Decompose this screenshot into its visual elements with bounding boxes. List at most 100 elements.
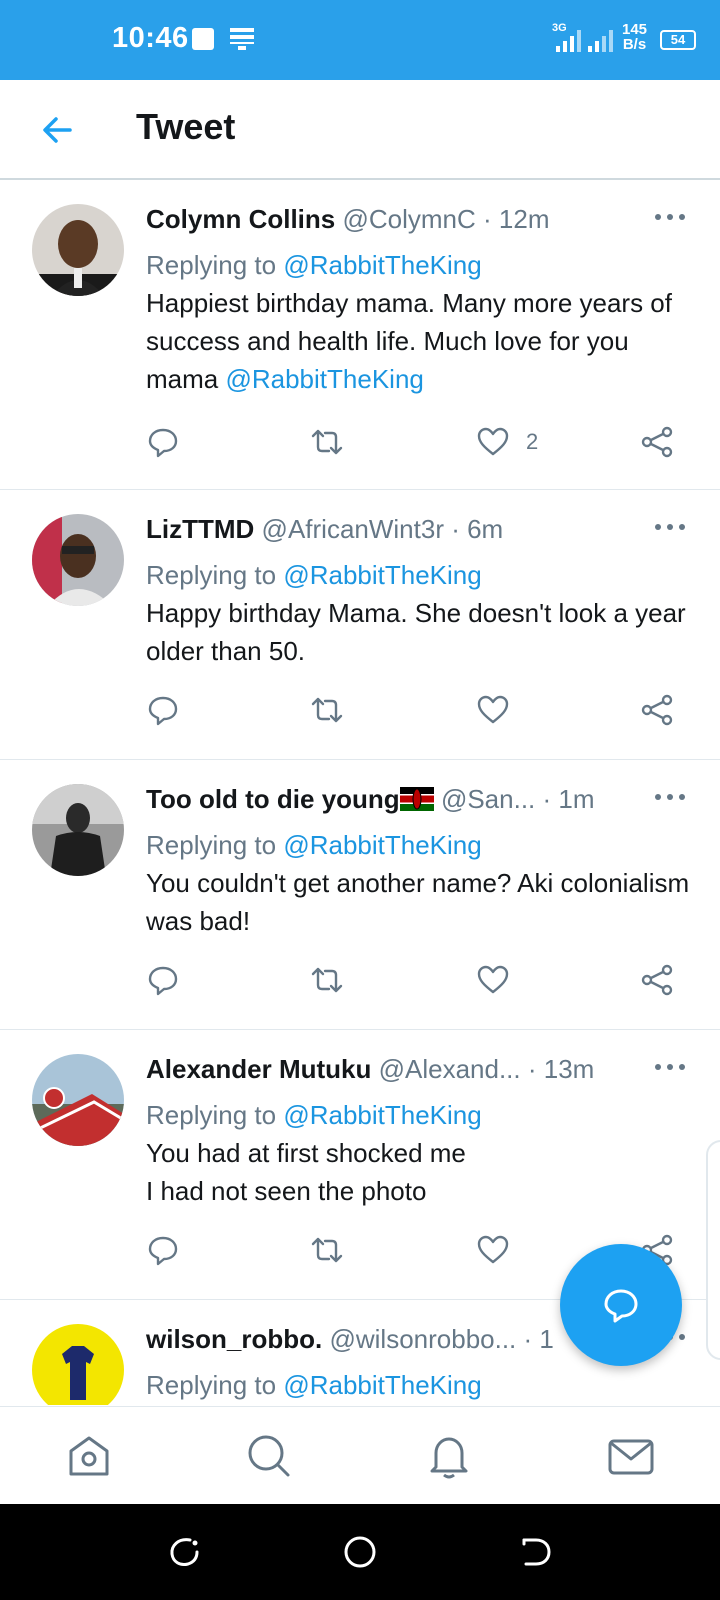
heart-icon xyxy=(477,1235,509,1264)
tweet-content: Colymn Collins @ColymnC · 12m Replying t… xyxy=(146,202,696,398)
speed-value: 145 xyxy=(622,21,648,38)
notification-square-icon xyxy=(192,28,214,50)
replying-to: Replying to @RabbitTheKing xyxy=(146,246,696,284)
tweet-text: You had at first shocked me I had not se… xyxy=(146,1134,696,1210)
replying-prefix: Replying to xyxy=(146,830,284,860)
speed-unit: B/s xyxy=(622,36,647,53)
heart-icon xyxy=(477,427,509,456)
tweet-text-body: You had at first shocked me I had not se… xyxy=(146,1138,466,1206)
page-title: Tweet xyxy=(136,106,236,147)
tweet-time: · 6m xyxy=(451,514,504,544)
bottom-nav xyxy=(0,1406,720,1504)
retweet-icon xyxy=(311,1237,343,1263)
mention-link[interactable]: @RabbitTheKing xyxy=(283,1100,481,1130)
retweet-icon xyxy=(311,697,343,723)
messages-icon[interactable] xyxy=(604,1429,658,1483)
tweet-time: · 13m xyxy=(527,1054,595,1084)
share-button[interactable] xyxy=(640,960,674,1000)
tweet-meta: Alexander Mutuku @Alexand... · 13m xyxy=(146,1052,696,1086)
avatar[interactable] xyxy=(32,204,124,296)
tweet-actions xyxy=(146,690,706,730)
mention-link[interactable]: @RabbitTheKing xyxy=(283,830,481,860)
avatar[interactable] xyxy=(32,1054,124,1146)
user-name[interactable]: LizTTMD xyxy=(146,514,254,544)
tweet[interactable]: LizTTMD @AfricanWint3r · 6m Replying to … xyxy=(0,490,720,760)
like-button[interactable] xyxy=(476,690,510,730)
replying-prefix: Replying to xyxy=(146,1370,284,1400)
user-name[interactable]: Alexander Mutuku xyxy=(146,1054,371,1084)
replying-prefix: Replying to xyxy=(146,250,284,280)
reply-button[interactable] xyxy=(146,422,180,462)
replying-prefix: Replying to xyxy=(146,1100,284,1130)
reply-feed[interactable]: Colymn Collins @ColymnC · 12m Replying t… xyxy=(0,180,720,1405)
compose-reply-button[interactable] xyxy=(560,1244,682,1366)
tweet-time: · 1 xyxy=(523,1324,554,1354)
user-handle[interactable]: @wilsonrobbo... xyxy=(329,1324,516,1354)
more-icon[interactable] xyxy=(650,782,690,812)
retweet-icon xyxy=(311,429,343,455)
search-icon[interactable] xyxy=(242,1429,296,1483)
tweet-text: Happiest birthday mama. Many more years … xyxy=(146,284,696,398)
status-bar: 10:46 3G 145 B/s 54 xyxy=(0,0,720,80)
like-button[interactable] xyxy=(476,960,510,1000)
mention-link[interactable]: @RabbitTheKing xyxy=(283,1370,481,1400)
more-icon[interactable] xyxy=(650,512,690,542)
user-name[interactable]: wilson_robbo. xyxy=(146,1324,322,1354)
back-nav-icon[interactable] xyxy=(518,1534,554,1570)
replying-prefix: Replying to xyxy=(146,560,284,590)
home-circle-icon[interactable] xyxy=(342,1534,378,1570)
avatar[interactable] xyxy=(32,1324,124,1405)
avatar[interactable] xyxy=(32,784,124,876)
tweet-text: Happy birthday Mama. She doesn't look a … xyxy=(146,594,696,670)
tweet-text-body: Happy birthday Mama. She doesn't look a … xyxy=(146,598,686,666)
tweet-content: LizTTMD @AfricanWint3r · 6m Replying to … xyxy=(146,512,696,670)
replying-to: Replying to @RabbitTheKing xyxy=(146,1366,696,1404)
replying-to: Replying to @RabbitTheKing xyxy=(146,556,696,594)
retweet-button[interactable] xyxy=(310,422,344,462)
user-handle[interactable]: @San... xyxy=(441,784,535,814)
heart-icon xyxy=(477,965,509,994)
tweet[interactable]: Too old to die young @San... · 1m Replyi… xyxy=(0,760,720,1030)
retweet-icon xyxy=(311,967,343,993)
share-icon xyxy=(641,694,673,726)
reply-button[interactable] xyxy=(146,960,180,1000)
tweet-meta: Too old to die young @San... · 1m xyxy=(146,782,696,816)
tweet[interactable]: Colymn Collins @ColymnC · 12m Replying t… xyxy=(0,180,720,490)
mention-link[interactable]: @RabbitTheKing xyxy=(283,250,481,280)
signal-icon-2 xyxy=(588,30,613,52)
user-handle[interactable]: @ColymnC xyxy=(342,204,475,234)
share-icon xyxy=(641,964,673,996)
retweet-button[interactable] xyxy=(310,1230,344,1270)
like-button[interactable]: 2 xyxy=(476,422,538,462)
arrow-left-icon[interactable] xyxy=(36,108,80,152)
more-icon[interactable] xyxy=(650,202,690,232)
reply-button[interactable] xyxy=(146,690,180,730)
retweet-button[interactable] xyxy=(310,960,344,1000)
user-name[interactable]: Too old to die young xyxy=(146,784,400,814)
edge-panel-handle[interactable] xyxy=(706,1140,720,1360)
avatar[interactable] xyxy=(32,514,124,606)
share-button[interactable] xyxy=(640,690,674,730)
tweet-text-body: You couldn't get another name? Aki colon… xyxy=(146,868,690,936)
retweet-button[interactable] xyxy=(310,690,344,730)
tweet-content: Too old to die young @San... · 1m Replyi… xyxy=(146,782,696,940)
user-name[interactable]: Colymn Collins xyxy=(146,204,335,234)
like-button[interactable] xyxy=(476,1230,510,1270)
share-icon xyxy=(641,426,673,458)
replying-to: Replying to @RabbitTheKing xyxy=(146,1096,696,1134)
reply-icon xyxy=(148,966,178,996)
user-handle[interactable]: @Alexand... xyxy=(379,1054,521,1084)
user-handle[interactable]: @AfricanWint3r xyxy=(262,514,444,544)
more-icon[interactable] xyxy=(650,1052,690,1082)
mention-link[interactable]: @RabbitTheKing xyxy=(283,560,481,590)
mention-link[interactable]: @RabbitTheKing xyxy=(225,364,423,394)
tweet-time: · 12m xyxy=(483,204,550,234)
home-icon[interactable] xyxy=(62,1429,116,1483)
notifications-icon[interactable] xyxy=(422,1429,476,1483)
signal-icon xyxy=(556,30,581,52)
share-button[interactable] xyxy=(640,422,674,462)
reply-icon xyxy=(148,1236,178,1266)
recent-apps-icon[interactable] xyxy=(166,1534,202,1570)
reply-button[interactable] xyxy=(146,1230,180,1270)
tweet-actions: 2 xyxy=(146,422,706,462)
